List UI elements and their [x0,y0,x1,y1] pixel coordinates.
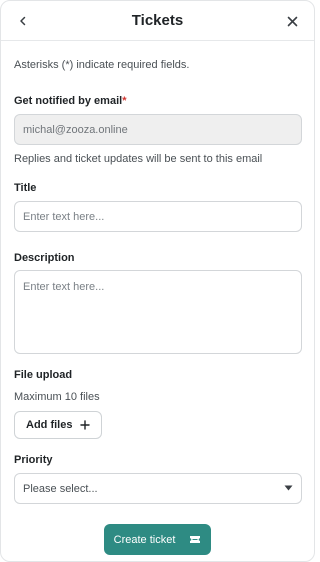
email-label: Get notified by email* [14,95,301,107]
title-label: Title [14,182,37,194]
caret-down-icon [284,485,293,491]
ticket-icon [190,536,201,543]
plus-icon [80,420,91,430]
chevron-left-icon [20,16,26,26]
add-files-label: Add files [26,419,73,431]
required-mark: * [122,95,127,107]
required-fields-hint: Asterisks (*) indicate required fields. [14,59,190,71]
panel-header: Tickets [1,1,314,41]
priority-selected-value: Please select... [23,482,98,495]
close-icon [287,16,297,26]
create-ticket-button[interactable]: Create ticket [103,524,212,555]
add-files-button[interactable]: Add files [14,411,103,439]
file-upload-label: File upload [14,369,73,381]
ticket-form: Asterisks (*) indicate required fields. … [1,59,314,504]
description-textarea[interactable] [14,270,302,354]
email-note: Replies and ticket updates will be sent … [14,153,263,165]
back-button[interactable] [5,1,41,41]
priority-label: Priority [14,454,53,466]
tickets-panel: Tickets Asterisks (*) indicate required … [0,0,315,562]
email-field[interactable] [14,114,302,145]
email-label-text: Get notified by email [14,95,123,107]
page-title: Tickets [131,12,184,29]
create-ticket-label: Create ticket [113,533,176,546]
file-limit-note: Maximum 10 files [14,391,100,403]
title-input[interactable] [14,201,302,232]
description-label: Description [14,252,75,264]
priority-select[interactable]: Please select... [14,473,302,504]
submit-area: Create ticket [1,524,314,555]
close-button[interactable] [274,1,310,41]
